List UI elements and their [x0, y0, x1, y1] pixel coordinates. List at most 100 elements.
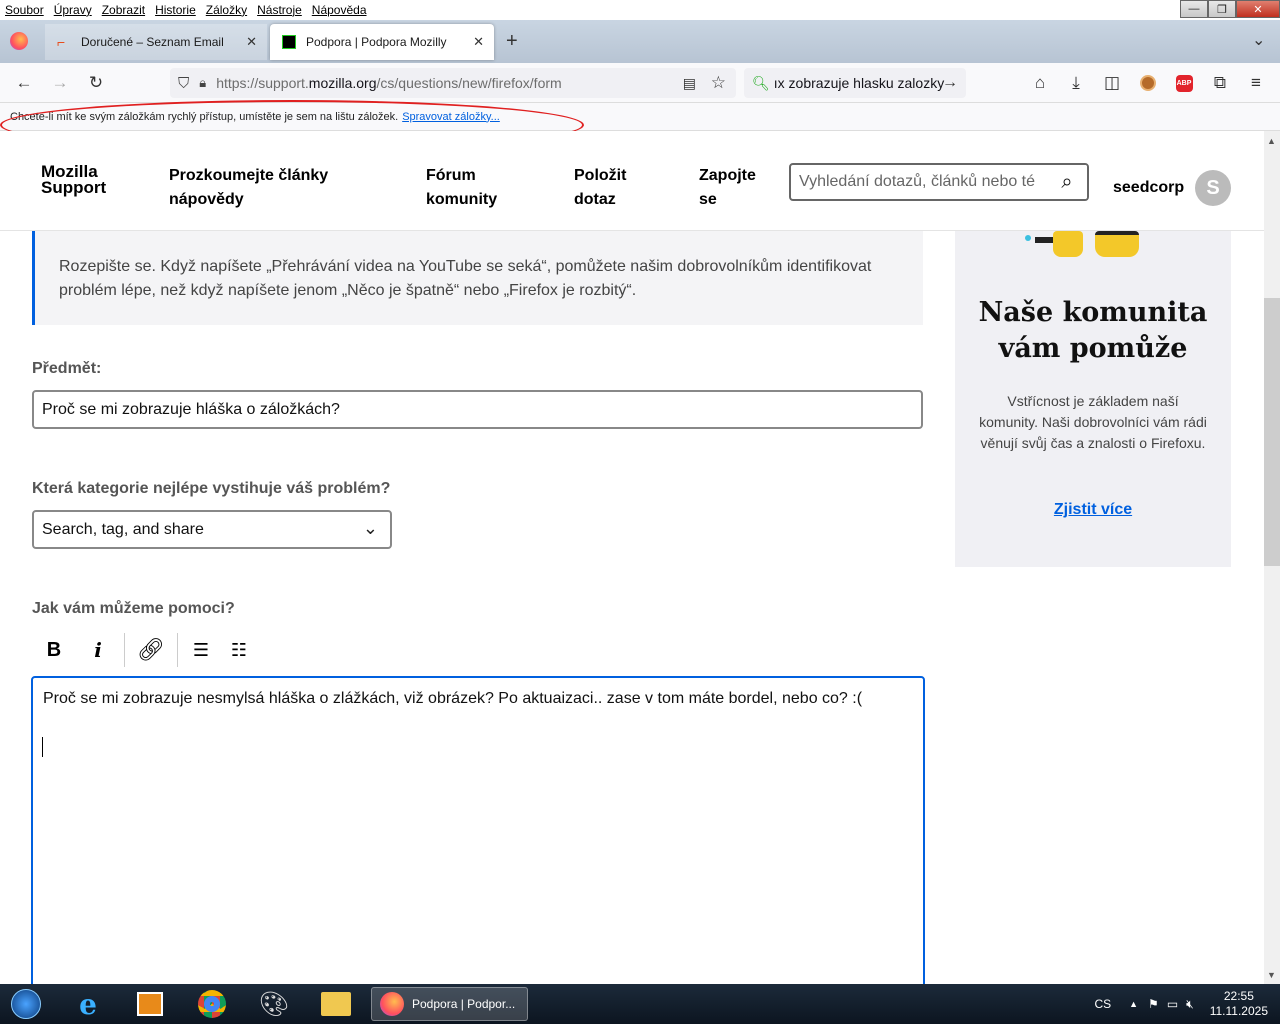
hamburger-menu-icon[interactable]: ≡: [1244, 71, 1268, 95]
media-player-icon[interactable]: [128, 988, 172, 1020]
url-prefix: https://support.: [216, 75, 309, 91]
windows-start-icon[interactable]: [2, 988, 50, 1020]
nav-line: se: [699, 191, 717, 208]
minimize-button[interactable]: —: [1180, 0, 1208, 18]
tab-seznam-email[interactable]: ⌐ Doručené – Seznam Email ✕: [45, 24, 267, 60]
tracking-shield-icon[interactable]: ⛉: [178, 75, 189, 92]
sidebar-text: Vstřícnost je základem naší komunity. Na…: [979, 393, 1207, 451]
internet-explorer-icon[interactable]: e: [66, 988, 110, 1021]
clock-date: 11.11.2025: [1209, 1004, 1268, 1018]
bold-button[interactable]: B: [32, 630, 76, 670]
menu-upravy[interactable]: Úpravy: [54, 3, 92, 17]
tray-expand-icon[interactable]: ▲: [1129, 999, 1138, 1009]
back-arrow-icon[interactable]: ←: [12, 71, 36, 95]
reload-icon[interactable]: ↻: [84, 71, 108, 95]
forward-arrow-icon[interactable]: →: [48, 71, 72, 95]
nav-line: nápovědy: [169, 191, 244, 208]
sidebar-icon[interactable]: ◫: [1100, 71, 1124, 95]
windows-taskbar: e 🎨︎ Podpora | Podpor... CS ▲ ⚑ ▭ 🔇︎ 22:…: [0, 984, 1280, 1024]
tab-title: Doručené – Seznam Email: [81, 35, 224, 49]
bullet-list-icon[interactable]: ☷: [220, 630, 258, 670]
seznam-favicon: ⌐: [57, 34, 66, 50]
window-controls: — ❐ ✕: [1180, 0, 1280, 18]
site-header: Mozilla Support Prozkoumejte články nápo…: [0, 131, 1264, 231]
restore-button[interactable]: ❐: [1208, 0, 1236, 18]
url-bar[interactable]: ⛉ 🔒︎ https://support. mozilla.org/cs/ques…: [170, 68, 736, 98]
home-icon[interactable]: ⌂: [1028, 71, 1052, 95]
mozilla-support-favicon: [282, 35, 296, 49]
adblock-plus-icon[interactable]: ABP: [1172, 71, 1196, 95]
info-text: Rozepište se. Když napíšete „Přehrávání …: [59, 258, 872, 299]
network-icon[interactable]: ▭: [1167, 997, 1178, 1011]
file-explorer-icon[interactable]: [314, 988, 358, 1020]
nav-line: Prozkoumejte články: [169, 167, 329, 184]
tab-title: Podpora | Podpora Mozilly: [306, 35, 447, 49]
tab-bar: ⌐ Doručené – Seznam Email ✕ Podpora | Po…: [0, 20, 1280, 63]
italic-button[interactable]: i: [76, 630, 120, 670]
nav-explore-articles[interactable]: Prozkoumejte články nápovědy: [169, 164, 328, 212]
action-center-flag-icon[interactable]: ⚑: [1148, 997, 1159, 1011]
menu-soubor[interactable]: Soubor: [5, 3, 44, 17]
clock[interactable]: 22:55 11.11.2025: [1210, 989, 1268, 1019]
nav-line: komunity: [426, 191, 498, 208]
close-tab-icon[interactable]: ✕: [473, 34, 484, 50]
taskbar-firefox-task[interactable]: Podpora | Podpor...: [371, 987, 528, 1021]
learn-more-link[interactable]: Zjistit více: [955, 501, 1231, 519]
logo-line2: Support: [41, 178, 107, 197]
nav-community-forum[interactable]: Fórum komunity: [426, 164, 497, 212]
community-illustration: [1025, 231, 1145, 261]
mozilla-support-logo[interactable]: Mozilla Support: [41, 163, 107, 197]
bookmark-star-icon[interactable]: ☆: [711, 73, 726, 93]
menu-zobrazit[interactable]: Zobrazit: [102, 3, 145, 17]
list-tabs-icon[interactable]: ⌄: [1252, 30, 1265, 50]
menu-zalozky[interactable]: Záložky: [206, 3, 247, 17]
username[interactable]: seedcorp: [1113, 179, 1184, 197]
new-tab-button[interactable]: +: [506, 30, 518, 53]
link-icon[interactable]: 🔗︎: [129, 630, 173, 670]
category-label: Která kategorie nejlépe vystihuje váš pr…: [32, 480, 391, 497]
task-label: Podpora | Podpor...: [412, 997, 516, 1011]
text-cursor: [42, 737, 43, 757]
scroll-down-icon[interactable]: ▼: [1267, 970, 1276, 980]
scrollbar-thumb[interactable]: [1264, 298, 1280, 566]
firefox-view-icon[interactable]: [10, 32, 28, 50]
subject-input[interactable]: Proč se mi zobrazuje hláška o záložkách?: [32, 390, 923, 429]
nav-contribute[interactable]: Zapojte se: [699, 164, 756, 212]
search-engine-icon[interactable]: 🔍︎: [752, 75, 770, 92]
subject-value: Proč se mi zobrazuje hláška o záložkách?: [42, 400, 340, 418]
manage-bookmarks-link[interactable]: Spravovat záložky...: [402, 111, 500, 123]
menu-historie[interactable]: Historie: [155, 3, 196, 17]
site-search-input[interactable]: Vyhledání dotazů, článků nebo té ⌕: [789, 163, 1089, 201]
lock-icon[interactable]: 🔒︎: [199, 75, 206, 91]
nav-line: Fórum: [426, 167, 476, 184]
numbered-list-icon[interactable]: ☰: [182, 630, 220, 670]
nav-line: Zapojte: [699, 167, 756, 184]
search-placeholder: Vyhledání dotazů, článků nebo té: [799, 173, 1036, 190]
monkey-extension-icon[interactable]: [1136, 71, 1160, 95]
toolbar-divider: [177, 633, 178, 667]
volume-muted-icon[interactable]: 🔇︎: [1186, 997, 1194, 1012]
chrome-icon[interactable]: [190, 988, 234, 1020]
scroll-up-icon[interactable]: ▲: [1267, 136, 1276, 146]
reader-view-icon[interactable]: ▤: [683, 75, 696, 92]
question-textarea[interactable]: Proč se mi zobrazuje nesmylsá hláška o z…: [31, 676, 925, 996]
firefox-icon: [380, 992, 404, 1016]
go-arrow-icon[interactable]: →: [942, 74, 958, 92]
menu-bar: Soubor Úpravy Zobrazit Historie Záložky …: [0, 0, 1280, 20]
nav-line: dotaz: [574, 191, 616, 208]
close-window-button[interactable]: ✕: [1236, 0, 1280, 18]
close-tab-icon[interactable]: ✕: [246, 34, 257, 50]
tab-podpora-mozilly[interactable]: Podpora | Podpora Mozilly ✕: [270, 24, 494, 60]
nav-ask-question[interactable]: Položit dotaz: [574, 164, 626, 212]
search-icon[interactable]: ⌕: [1047, 165, 1087, 199]
menu-napoveda[interactable]: Nápověda: [312, 3, 367, 17]
avatar[interactable]: S: [1195, 170, 1231, 206]
search-bar[interactable]: 🔍︎ ıx zobrazuje hlasku zalozky →: [744, 68, 966, 98]
category-select[interactable]: Search, tag, and share ⌄: [32, 510, 392, 549]
paint-icon[interactable]: 🎨︎: [252, 988, 296, 1020]
language-indicator[interactable]: CS: [1094, 997, 1111, 1011]
menu-nastroje[interactable]: Nástroje: [257, 3, 302, 17]
downloads-icon[interactable]: ⤓: [1064, 71, 1088, 95]
navigation-toolbar: ← → ↻ ⛉ 🔒︎ https://support. mozilla.org/c…: [0, 63, 1280, 103]
extensions-puzzle-icon[interactable]: ⧉: [1208, 71, 1232, 95]
